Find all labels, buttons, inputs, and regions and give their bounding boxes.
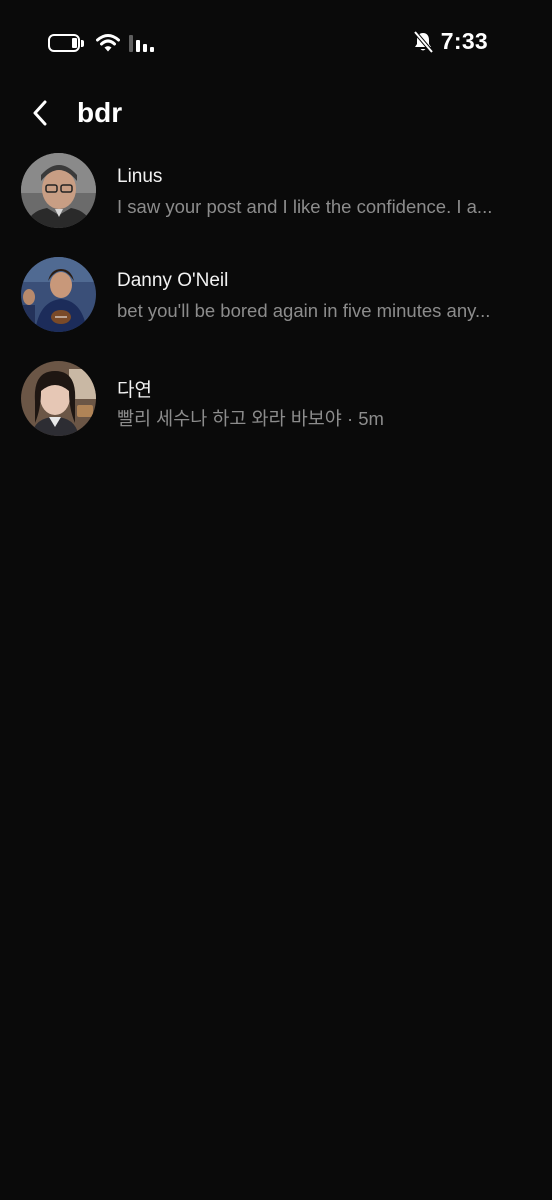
wifi-icon <box>96 34 120 52</box>
avatar[interactable] <box>21 257 96 332</box>
thread-preview: bet you'll be bored again in five minute… <box>117 300 491 321</box>
thread-row[interactable]: 다연 빨리 세수나 하고 와라 바보야 · 5m <box>0 358 552 462</box>
avatar[interactable] <box>21 361 96 436</box>
thread-preview: 빨리 세수나 하고 와라 바보야 · 5m <box>117 408 384 429</box>
status-right: 7:33 <box>413 28 488 55</box>
thread-name: Danny O'Neil <box>117 270 229 291</box>
bell-muted-icon <box>413 30 433 53</box>
back-button[interactable] <box>26 99 54 127</box>
status-left-icons <box>48 33 155 53</box>
page-title: bdr <box>77 97 123 128</box>
cellular-signal-icon <box>129 35 154 52</box>
thread-row[interactable]: Linus I saw your post and I like the con… <box>0 150 552 254</box>
thread-text: Danny O'Neil bet you'll be bored again i… <box>117 269 522 323</box>
avatar[interactable] <box>21 153 96 228</box>
header: bdr <box>0 90 552 136</box>
thread-name: 다연 <box>117 380 152 401</box>
thread-text: 다연 빨리 세수나 하고 와라 바보야 · 5m <box>117 379 522 431</box>
thread-text: Linus I saw your post and I like the con… <box>117 165 522 219</box>
status-time: 7:33 <box>440 28 488 54</box>
battery-icon <box>48 34 84 52</box>
status-bar: 7:33 <box>0 0 552 90</box>
chevron-left-icon <box>33 100 47 126</box>
thread-row[interactable]: Danny O'Neil bet you'll be bored again i… <box>0 254 552 358</box>
thread-name: Linus <box>117 166 163 187</box>
thread-preview: I saw your post and I like the confidenc… <box>117 196 493 217</box>
thread-list: Linus I saw your post and I like the con… <box>0 150 552 462</box>
